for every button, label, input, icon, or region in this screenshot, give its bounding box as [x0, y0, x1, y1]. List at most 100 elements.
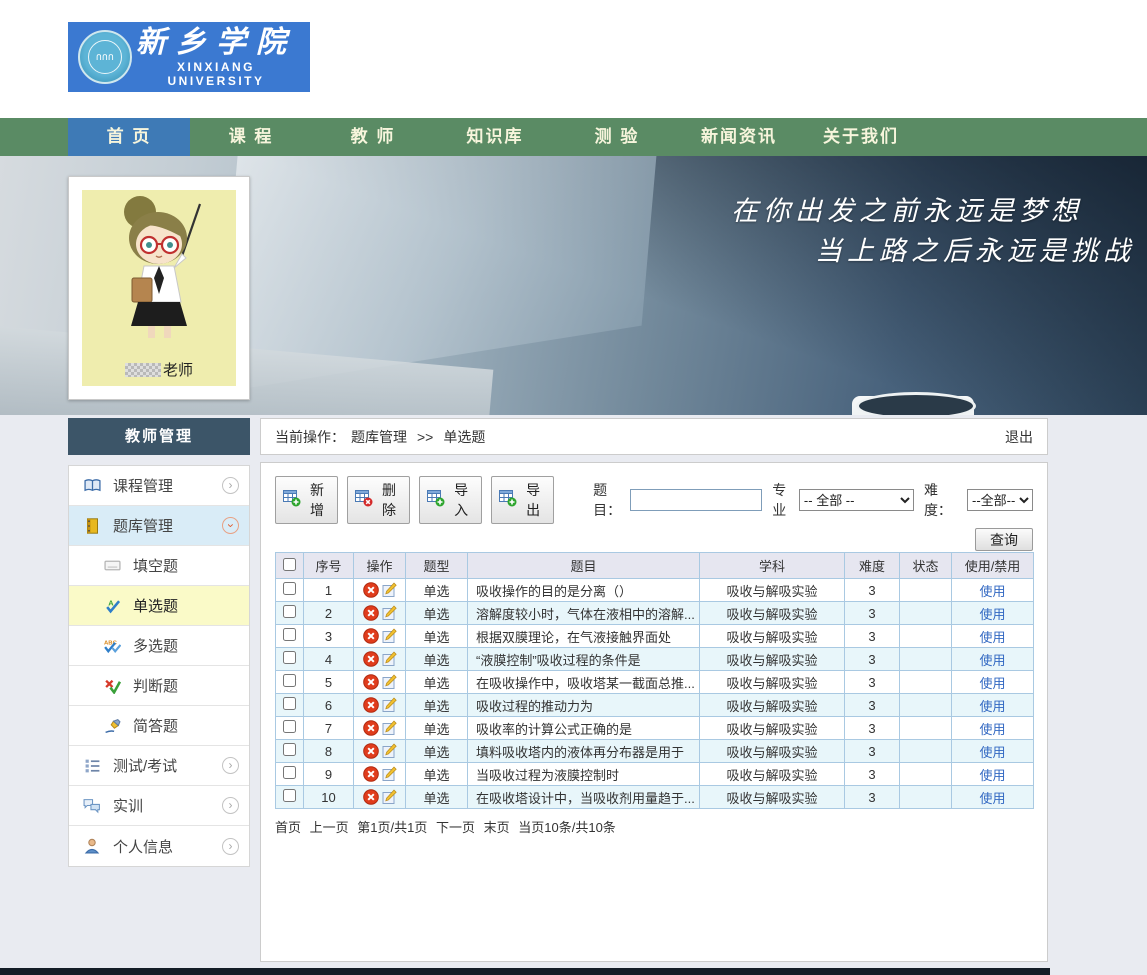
- row-question-title: 在吸收塔设计中，当吸收剂用量趋于...: [468, 786, 700, 809]
- row-checkbox[interactable]: [283, 720, 296, 733]
- table-delete-icon: [355, 490, 373, 510]
- column-header: 操作: [354, 553, 406, 579]
- row-checkbox[interactable]: [283, 605, 296, 618]
- row-checkbox[interactable]: [283, 743, 296, 756]
- nav-item[interactable]: 课 程: [190, 118, 312, 156]
- use-toggle-link[interactable]: 使用: [979, 676, 1005, 691]
- delete-row-icon[interactable]: [363, 582, 379, 598]
- edit-row-icon[interactable]: [381, 720, 397, 736]
- sidebar-item-题库管理[interactable]: 题库管理›: [69, 506, 249, 546]
- delete-row-icon[interactable]: [363, 674, 379, 690]
- sidebar-item-课程管理[interactable]: 课程管理›: [69, 466, 249, 506]
- row-checkbox[interactable]: [283, 766, 296, 779]
- use-toggle-link[interactable]: 使用: [979, 791, 1005, 806]
- major-select[interactable]: -- 全部 --: [799, 489, 914, 511]
- row-difficulty: 3: [845, 717, 900, 740]
- breadcrumb-section[interactable]: 题库管理: [351, 427, 407, 447]
- row-checkbox[interactable]: [283, 674, 296, 687]
- sidebar-item-简答题[interactable]: 简答题: [69, 706, 249, 746]
- delete-row-icon[interactable]: [363, 605, 379, 621]
- select-all-checkbox[interactable]: [283, 558, 296, 571]
- row-number: 2: [304, 602, 354, 625]
- use-toggle-link[interactable]: 使用: [979, 607, 1005, 622]
- edit-row-icon[interactable]: [381, 651, 397, 667]
- sidebar-item-实训[interactable]: 实训›: [69, 786, 249, 826]
- row-status: [900, 671, 952, 694]
- sidebar-item-填空题[interactable]: 填空题: [69, 546, 249, 586]
- page-count-info: 当页10条/共10条: [518, 820, 616, 835]
- edit-row-icon[interactable]: [381, 697, 397, 713]
- edit-row-icon[interactable]: [381, 766, 397, 782]
- row-checkbox[interactable]: [283, 651, 296, 664]
- row-question-type: 单选: [406, 625, 468, 648]
- row-checkbox[interactable]: [283, 789, 296, 802]
- edit-row-icon[interactable]: [381, 628, 397, 644]
- question-table-body: 1单选吸收操作的目的是分离（）吸收与解吸实验3使用2单选溶解度较小时，气体在液相…: [276, 579, 1034, 809]
- page-last[interactable]: 末页: [484, 820, 510, 835]
- edit-row-icon[interactable]: [381, 674, 397, 690]
- page-next[interactable]: 下一页: [436, 820, 475, 835]
- banner-cup-shape: [852, 396, 974, 415]
- search-button[interactable]: 查询: [975, 528, 1033, 551]
- edit-row-icon[interactable]: [381, 789, 397, 805]
- row-subject: 吸收与解吸实验: [700, 740, 845, 763]
- university-emblem-icon: ∩∩∩: [78, 30, 132, 84]
- export-button[interactable]: 导出: [491, 476, 554, 524]
- sidebar-item-单选题[interactable]: A单选题: [69, 586, 249, 626]
- use-toggle-link[interactable]: 使用: [979, 653, 1005, 668]
- sidebar-item-判断题[interactable]: 判断题: [69, 666, 249, 706]
- use-toggle-link[interactable]: 使用: [979, 699, 1005, 714]
- page-first[interactable]: 首页: [275, 820, 301, 835]
- row-subject: 吸收与解吸实验: [700, 763, 845, 786]
- chevron-down-icon: ›: [222, 517, 239, 534]
- judge-icon: [103, 677, 121, 695]
- difficulty-select[interactable]: --全部--: [967, 489, 1033, 511]
- nav-item[interactable]: 新闻资讯: [678, 118, 800, 156]
- sidebar-menu: 课程管理›题库管理›填空题A单选题ABC多选题判断题简答题测试/考试›实训›个人…: [68, 465, 250, 867]
- logout-button[interactable]: 退出: [1005, 427, 1033, 447]
- table-row: 9单选当吸收过程为液膜控制时吸收与解吸实验3使用: [276, 763, 1034, 786]
- import-button-label: 导入: [450, 480, 472, 520]
- sidebar-item-label: 多选题: [133, 635, 239, 656]
- use-toggle-link[interactable]: 使用: [979, 722, 1005, 737]
- row-question-type: 单选: [406, 602, 468, 625]
- row-checkbox[interactable]: [283, 697, 296, 710]
- row-question-title: 溶解度较小时，气体在液相中的溶解...: [468, 602, 700, 625]
- teacher-avatar-card: 老师: [68, 176, 250, 400]
- nav-item[interactable]: 知识库: [434, 118, 556, 156]
- banner-slogan: 在你出发之前永远是梦想 当上路之后永远是挑战: [731, 192, 1135, 272]
- edit-row-icon[interactable]: [381, 582, 397, 598]
- nav-item[interactable]: 首 页: [68, 118, 190, 156]
- use-toggle-link[interactable]: 使用: [979, 745, 1005, 760]
- delete-row-icon[interactable]: [363, 720, 379, 736]
- use-toggle-link[interactable]: 使用: [979, 584, 1005, 599]
- nav-item[interactable]: 教 师: [312, 118, 434, 156]
- row-difficulty: 3: [845, 763, 900, 786]
- sidebar-item-多选题[interactable]: ABC多选题: [69, 626, 249, 666]
- nav-item[interactable]: 关于我们: [800, 118, 922, 156]
- footer-bar: [0, 968, 1050, 975]
- edit-row-icon[interactable]: [381, 605, 397, 621]
- delete-row-icon[interactable]: [363, 628, 379, 644]
- main-nav: 首 页课 程教 师知识库测 验新闻资讯关于我们: [0, 118, 1147, 156]
- import-button[interactable]: 导入: [419, 476, 482, 524]
- sidebar-item-个人信息[interactable]: 个人信息›: [69, 826, 249, 866]
- row-difficulty: 3: [845, 579, 900, 602]
- delete-row-icon[interactable]: [363, 789, 379, 805]
- row-checkbox[interactable]: [283, 628, 296, 641]
- nav-item[interactable]: 测 验: [556, 118, 678, 156]
- add-button[interactable]: 新增: [275, 476, 338, 524]
- title-filter-input[interactable]: [630, 489, 762, 511]
- delete-button[interactable]: 删除: [347, 476, 410, 524]
- delete-row-icon[interactable]: [363, 743, 379, 759]
- delete-row-icon[interactable]: [363, 697, 379, 713]
- row-checkbox[interactable]: [283, 582, 296, 595]
- row-subject: 吸收与解吸实验: [700, 671, 845, 694]
- edit-row-icon[interactable]: [381, 743, 397, 759]
- sidebar-item-测试/考试[interactable]: 测试/考试›: [69, 746, 249, 786]
- delete-row-icon[interactable]: [363, 651, 379, 667]
- use-toggle-link[interactable]: 使用: [979, 768, 1005, 783]
- use-toggle-link[interactable]: 使用: [979, 630, 1005, 645]
- delete-row-icon[interactable]: [363, 766, 379, 782]
- page-prev[interactable]: 上一页: [310, 820, 349, 835]
